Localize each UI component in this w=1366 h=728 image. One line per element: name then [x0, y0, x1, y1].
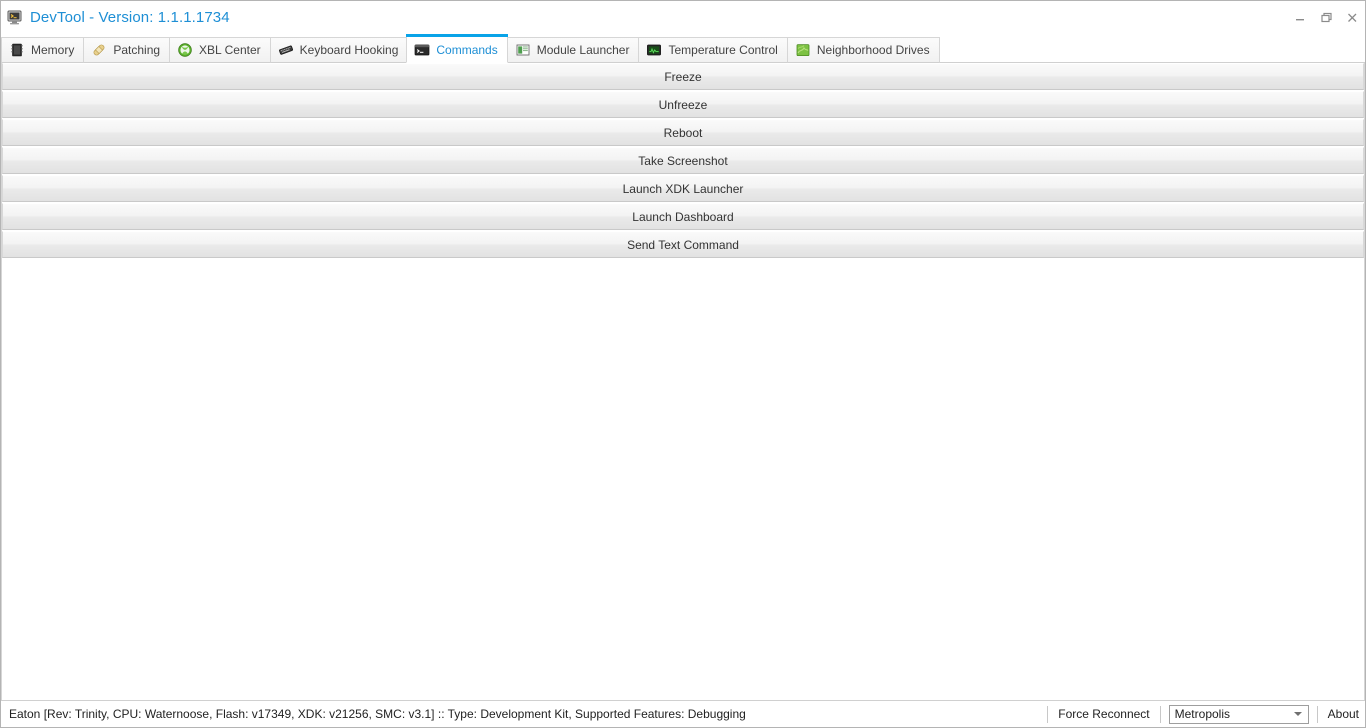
tab-strip: Memory Patching XBL Center Keyboard Hook…	[1, 34, 1365, 63]
title-bar: DevTool - Version: 1.1.1.1734	[1, 1, 1365, 34]
xbox-sphere-icon	[177, 42, 193, 58]
green-monitor-icon	[646, 42, 662, 58]
about-button[interactable]: About	[1326, 707, 1361, 721]
console-info-text: Eaton [Rev: Trinity, CPU: Waternoose, Fl…	[9, 707, 746, 721]
green-drive-icon	[795, 42, 811, 58]
devtool-window: DevTool - Version: 1.1.1.1734 Memory Pat…	[0, 0, 1366, 728]
freeze-button[interactable]: Freeze	[2, 63, 1364, 90]
window-module-icon	[515, 42, 531, 58]
tab-keyboard-hooking[interactable]: Keyboard Hooking	[269, 37, 408, 63]
tab-label: Keyboard Hooking	[299, 43, 399, 57]
minimize-icon[interactable]	[1294, 11, 1307, 24]
memory-chip-icon	[9, 42, 25, 58]
tab-temperature-control[interactable]: Temperature Control	[638, 37, 787, 63]
console-prompt-icon	[414, 42, 430, 58]
chevron-down-icon	[1293, 712, 1302, 716]
tab-memory[interactable]: Memory	[1, 37, 84, 63]
console-monitor-icon	[6, 9, 23, 26]
status-divider	[1316, 705, 1318, 723]
tab-label: XBL Center	[199, 43, 261, 57]
tab-label: Commands	[436, 42, 498, 57]
console-select-dropdown[interactable]: Metropolis	[1168, 704, 1309, 724]
launch-xdk-launcher-button[interactable]: Launch XDK Launcher	[2, 175, 1364, 202]
tab-neighborhood-drives[interactable]: Neighborhood Drives	[786, 37, 940, 63]
tab-xbl-center[interactable]: XBL Center	[169, 37, 270, 63]
take-screenshot-button[interactable]: Take Screenshot	[2, 147, 1364, 174]
status-bar-controls: Force Reconnect Metropolis About	[1039, 704, 1361, 724]
restore-icon[interactable]	[1320, 11, 1333, 24]
tab-label: Memory	[31, 43, 75, 57]
tab-label: Module Launcher	[536, 43, 630, 57]
commands-panel: Freeze Unfreeze Reboot Take Screenshot L…	[1, 63, 1365, 700]
tab-commands[interactable]: Commands	[406, 34, 509, 63]
tab-label: Temperature Control	[668, 43, 778, 57]
tab-label: Neighborhood Drives	[816, 43, 930, 57]
tab-label: Patching	[113, 43, 161, 57]
empty-content-area	[2, 259, 1364, 700]
send-text-command-button[interactable]: Send Text Command	[2, 231, 1364, 258]
unfreeze-button[interactable]: Unfreeze	[2, 91, 1364, 118]
reboot-button[interactable]: Reboot	[2, 119, 1364, 146]
window-controls	[1294, 11, 1359, 24]
console-select-value: Metropolis	[1174, 707, 1230, 721]
status-divider	[1159, 705, 1161, 723]
launch-dashboard-button[interactable]: Launch Dashboard	[2, 203, 1364, 230]
status-divider	[1047, 705, 1049, 723]
tab-patching[interactable]: Patching	[83, 37, 170, 63]
close-icon[interactable]	[1346, 11, 1359, 24]
status-bar: Eaton [Rev: Trinity, CPU: Waternoose, Fl…	[1, 700, 1365, 727]
tab-module-launcher[interactable]: Module Launcher	[506, 37, 639, 63]
window-title: DevTool - Version: 1.1.1.1734	[30, 9, 230, 26]
force-reconnect-button[interactable]: Force Reconnect	[1056, 707, 1151, 721]
keyboard-icon	[278, 42, 294, 58]
bandage-icon	[91, 42, 107, 58]
